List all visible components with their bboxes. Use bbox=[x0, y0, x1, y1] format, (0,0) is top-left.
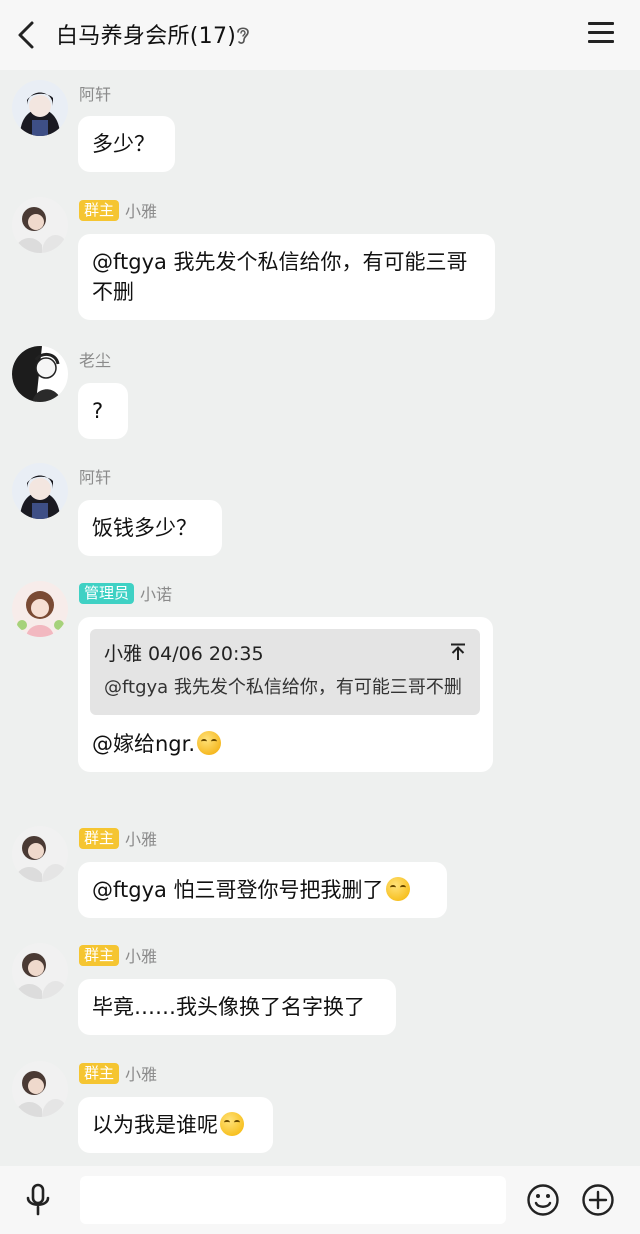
scroll-to-quote-icon[interactable] bbox=[450, 643, 466, 661]
back-icon[interactable] bbox=[14, 20, 40, 50]
sender-name: 小雅 bbox=[125, 947, 158, 966]
message-bubble[interactable]: ? bbox=[78, 383, 128, 439]
relieved-emoji-icon bbox=[385, 877, 410, 901]
sender-name: 小诺 bbox=[140, 585, 173, 604]
message-text: ? bbox=[92, 399, 104, 423]
avatar[interactable] bbox=[12, 943, 68, 999]
message-bubble[interactable]: 饭钱多少？ bbox=[78, 500, 222, 556]
avatar[interactable] bbox=[12, 197, 68, 253]
input-bar bbox=[0, 1166, 640, 1234]
message-bubble[interactable]: @ftgya 怕三哥登你号把我删了 bbox=[78, 862, 447, 918]
laughing-emoji-icon bbox=[197, 731, 222, 755]
microphone-icon[interactable] bbox=[22, 1183, 54, 1217]
quoted-message[interactable]: 小雅 04/06 20:35 @ftgya 我先发个私信给你，有可能三哥不删 bbox=[90, 629, 480, 715]
message-text: 以为我是谁呢 bbox=[92, 1113, 218, 1137]
avatar[interactable] bbox=[12, 581, 68, 637]
message-text: 毕竟……我头像换了名字换了 bbox=[92, 995, 365, 1019]
message-bubble[interactable]: 毕竟……我头像换了名字换了 bbox=[78, 979, 396, 1035]
message-bubble[interactable]: 多少？ bbox=[78, 116, 175, 172]
message-text: @嫁给ngr. bbox=[92, 732, 196, 756]
owner-badge: 群主 bbox=[79, 1062, 120, 1084]
message-text: @ftgya 怕三哥登你号把我删了 bbox=[92, 878, 384, 902]
menu-icon[interactable] bbox=[588, 22, 614, 46]
message-bubble[interactable]: @ftgya 我先发个私信给你，有可能三哥不删 bbox=[78, 234, 495, 320]
owner-badge: 群主 bbox=[79, 944, 120, 966]
avatar[interactable] bbox=[12, 826, 68, 882]
message-text: 饭钱多少？ bbox=[92, 516, 197, 540]
message-text: 多少？ bbox=[92, 132, 155, 156]
message-bubble[interactable]: 小雅 04/06 20:35 @ftgya 我先发个私信给你，有可能三哥不删 @… bbox=[78, 617, 493, 772]
smiley-icon[interactable] bbox=[526, 1183, 560, 1217]
relieved-emoji-icon bbox=[220, 1112, 244, 1136]
message-text: @ftgya 我先发个私信给你，有可能三哥不删 bbox=[92, 250, 468, 304]
admin-badge: 管理员 bbox=[79, 582, 135, 604]
quote-header: 小雅 04/06 20:35 bbox=[104, 643, 264, 665]
owner-badge: 群主 bbox=[79, 199, 120, 221]
avatar[interactable] bbox=[12, 463, 68, 519]
owner-badge: 群主 bbox=[79, 827, 120, 849]
sender-name: 小雅 bbox=[125, 830, 158, 849]
message-input[interactable] bbox=[80, 1176, 506, 1224]
avatar[interactable] bbox=[12, 346, 68, 402]
avatar[interactable] bbox=[12, 1061, 68, 1117]
top-bar: 白马养身会所(17) bbox=[0, 0, 640, 70]
sender-name: 阿轩 bbox=[79, 85, 112, 104]
sender-name: 小雅 bbox=[125, 202, 158, 221]
quote-body: @ftgya 我先发个私信给你，有可能三哥不删 bbox=[104, 677, 462, 698]
avatar[interactable] bbox=[12, 80, 68, 136]
sender-name: 小雅 bbox=[125, 1065, 158, 1084]
sender-name: 阿轩 bbox=[79, 468, 112, 487]
ear-icon[interactable] bbox=[234, 24, 252, 46]
plus-circle-icon[interactable] bbox=[581, 1183, 615, 1217]
sender-name: 老尘 bbox=[79, 351, 112, 370]
chat-title[interactable]: 白马养身会所(17) bbox=[56, 18, 236, 50]
message-bubble[interactable]: 以为我是谁呢 bbox=[78, 1097, 273, 1153]
